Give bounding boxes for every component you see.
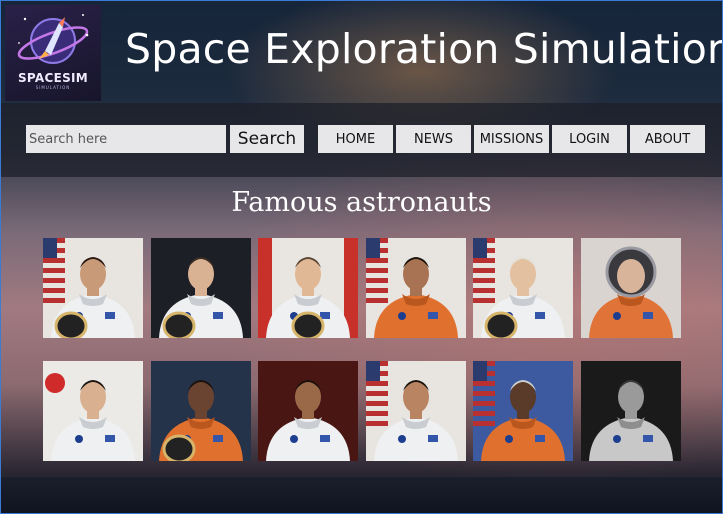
logo-text: SPACESIM	[17, 71, 89, 85]
astronaut-photo[interactable]	[581, 361, 681, 461]
astronaut-photo[interactable]	[473, 238, 573, 338]
astronaut-photo[interactable]	[151, 238, 251, 338]
site-title: Space Exploration Simulation	[125, 25, 723, 73]
logo-subtext: SIMULATION	[35, 85, 71, 90]
astronaut-photo[interactable]	[258, 238, 358, 338]
astronaut-photo[interactable]	[366, 238, 466, 338]
astronaut-portrait-icon	[43, 238, 143, 338]
astronaut-photo[interactable]	[151, 361, 251, 461]
astronaut-portrait-icon	[473, 361, 573, 461]
search-button[interactable]: Search	[230, 125, 304, 153]
rocket-planet-icon	[17, 14, 89, 64]
astronaut-photo[interactable]	[366, 361, 466, 461]
astronaut-portrait-icon	[43, 361, 143, 461]
astronaut-portrait-icon	[581, 361, 681, 461]
nav-news-button[interactable]: NEWS	[396, 125, 471, 153]
astronaut-portrait-icon	[258, 361, 358, 461]
astronaut-portrait-icon	[366, 361, 466, 461]
astronaut-portrait-icon	[473, 238, 573, 338]
nav-about-button[interactable]: ABOUT	[630, 125, 705, 153]
astronaut-photo[interactable]	[43, 361, 143, 461]
astronaut-photo[interactable]	[43, 238, 143, 338]
gallery-heading: Famous astronauts	[231, 187, 492, 218]
astronaut-photo[interactable]	[581, 238, 681, 338]
nav-login-button[interactable]: LOGIN	[552, 125, 627, 153]
spacesim-logo[interactable]: SPACESIM SIMULATION	[5, 5, 101, 101]
astronaut-portrait-icon	[366, 238, 466, 338]
site-header: SPACESIM SIMULATION Space Exploration Si…	[1, 1, 722, 101]
nav-missions-button[interactable]: MISSIONS	[474, 125, 549, 153]
astronaut-portrait-icon	[151, 361, 251, 461]
footer-band	[1, 477, 722, 513]
astronaut-portrait-icon	[258, 238, 358, 338]
search-input[interactable]	[26, 125, 226, 153]
astronaut-photo[interactable]	[258, 361, 358, 461]
nav-home-button[interactable]: HOME	[318, 125, 393, 153]
astronaut-portrait-icon	[581, 238, 681, 338]
page-frame: SPACESIM SIMULATION Space Exploration Si…	[0, 0, 723, 514]
astronaut-photo[interactable]	[473, 361, 573, 461]
astronaut-portrait-icon	[151, 238, 251, 338]
